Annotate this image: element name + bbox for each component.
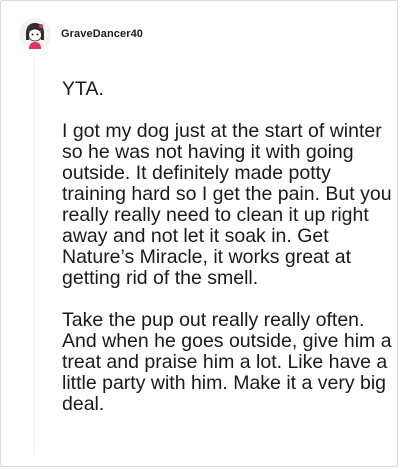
username-link[interactable]: GraveDancer40 <box>61 28 143 40</box>
snoo-avatar-icon[interactable] <box>19 18 51 50</box>
comment-card: GraveDancer40 YTA. I got my dog just at … <box>0 0 398 467</box>
comment-paragraph: YTA. <box>62 78 104 100</box>
comment-paragraph: Take the pup out really really often. An… <box>62 309 397 415</box>
comment-paragraph: I got my dog just at the start of winter… <box>62 120 397 289</box>
comment-header: GraveDancer40 <box>19 16 143 52</box>
comment-body: YTA. I got my dog just at the start of w… <box>62 79 392 436</box>
thread-line[interactable] <box>34 58 35 454</box>
